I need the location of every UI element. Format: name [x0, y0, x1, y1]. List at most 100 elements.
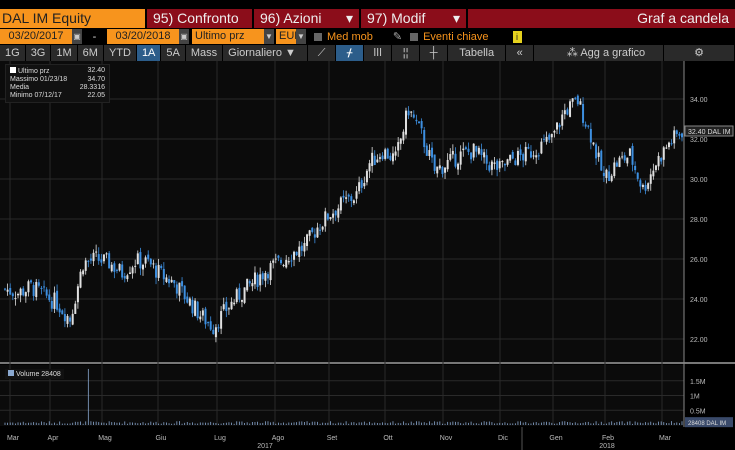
header-bar: DAL IM Equity 95) Confronto 96) Azioni ▾ …	[0, 9, 735, 28]
candle-body	[410, 111, 413, 113]
candle-body	[134, 265, 137, 267]
candle-body	[391, 153, 394, 162]
pencil-icon[interactable]: ✎	[393, 30, 402, 43]
chevron-down-icon[interactable]: ▼	[296, 29, 306, 44]
candle-body	[181, 281, 184, 287]
volume-legend: Volume 28408	[5, 369, 64, 379]
candle-body	[235, 289, 238, 303]
candle-body	[628, 148, 631, 156]
candle-body	[384, 149, 387, 159]
candle-body	[100, 259, 103, 263]
candle-body	[71, 313, 74, 325]
period-1m[interactable]: 1M	[51, 45, 78, 61]
candle-body	[332, 213, 335, 218]
bar-chart-icon[interactable]: ǀǀǀ	[364, 45, 393, 61]
volume-legend-label: Volume 28408	[16, 371, 61, 378]
candle-body	[462, 148, 465, 151]
candle-body	[675, 130, 678, 135]
info-icon[interactable]: i	[512, 30, 522, 43]
candle-body	[261, 273, 264, 280]
field-select[interactable]: Ultimo prz	[192, 29, 264, 44]
month-label: Giu	[156, 435, 167, 442]
start-date-input[interactable]: 03/20/2017	[0, 29, 72, 44]
candle-body	[436, 166, 439, 174]
candle-body	[441, 167, 444, 174]
volume-tick-label: 1.5M	[690, 379, 706, 386]
candle-body	[621, 156, 624, 158]
candle-body	[248, 281, 251, 284]
candle-body	[503, 164, 506, 166]
actions-menu[interactable]: 96) Azioni ▾	[254, 9, 359, 28]
candle-body	[92, 252, 95, 262]
candle-body	[535, 155, 538, 158]
candle-body	[113, 263, 116, 272]
candle-body	[274, 258, 277, 260]
candle-body	[212, 329, 215, 335]
end-date-input[interactable]: 03/20/2018	[107, 29, 179, 44]
candle-body	[389, 155, 392, 160]
calendar-icon[interactable]: ▣	[72, 29, 82, 44]
period-mass[interactable]: Mass	[185, 45, 224, 61]
moving-average-checkbox[interactable]	[314, 32, 322, 41]
candle-body	[316, 227, 319, 238]
date-separator: -	[92, 30, 97, 43]
candle-body	[532, 155, 535, 157]
candle-body	[589, 128, 592, 143]
candle-body	[22, 288, 25, 296]
candle-body	[378, 157, 381, 159]
period-3g[interactable]: 3G	[25, 45, 52, 61]
currency-select[interactable]: EUR	[276, 29, 302, 44]
frequency-select[interactable]: Giornaliero ▼	[223, 45, 309, 61]
candle-body	[610, 175, 613, 182]
ohlc-icon[interactable]: ¦¦	[392, 45, 421, 61]
candle-body	[217, 327, 220, 329]
candle-body	[597, 152, 600, 157]
calendar-icon[interactable]: ▣	[179, 29, 189, 44]
candle-body	[243, 287, 246, 303]
candle-body	[285, 259, 288, 268]
candle-body	[324, 211, 327, 227]
hlc-icon[interactable]: ┼	[420, 45, 449, 61]
period-1a[interactable]: 1A	[136, 45, 162, 61]
chevron-down-icon[interactable]: ▼	[264, 29, 274, 44]
period-ytd[interactable]: YTD	[103, 45, 137, 61]
month-label: Dic	[498, 435, 509, 442]
collapse-button[interactable]: «	[506, 45, 535, 61]
month-label: Ott	[383, 435, 392, 442]
line-chart-icon[interactable]: ⟋	[308, 45, 337, 61]
period-5a[interactable]: 5A	[161, 45, 186, 61]
candle-body	[428, 150, 431, 157]
candle-body	[615, 162, 618, 167]
price-chart[interactable]: Mar Apr Mag Giu Lug Ago Set Ott Nov Dic Gen Feb Mar 2…	[0, 61, 735, 450]
candle-body	[467, 148, 470, 152]
legend-last: Ultimo prz 32.40	[10, 67, 105, 76]
candle-body	[222, 304, 225, 310]
price-tick-label: 34.00	[690, 97, 708, 104]
add-to-chart-button[interactable]: ⁂ Agg a grafico	[534, 45, 665, 61]
settings-button[interactable]: ⚙	[664, 45, 735, 61]
candle-body	[79, 271, 82, 288]
candle-body	[11, 293, 14, 297]
ticker-field[interactable]: DAL IM Equity	[0, 9, 145, 28]
candle-body	[227, 308, 230, 310]
candle-body	[58, 308, 61, 313]
compare-button[interactable]: 95) Confronto	[147, 9, 252, 28]
candle-body	[475, 146, 478, 152]
candle-body	[444, 167, 447, 173]
candle-body	[313, 234, 316, 238]
candle-body	[240, 299, 243, 302]
candle-chart-icon[interactable]: ᚋ	[336, 45, 365, 61]
candle-body	[188, 298, 191, 306]
candle-body	[253, 272, 256, 285]
table-button[interactable]: Tabella	[448, 45, 507, 61]
candle-body	[269, 263, 272, 281]
candle-body	[209, 321, 212, 330]
candle-body	[175, 284, 178, 294]
candle-body	[162, 268, 165, 280]
period-6m[interactable]: 6M	[77, 45, 104, 61]
candle-body	[576, 95, 579, 105]
period-1g[interactable]: 1G	[0, 45, 26, 61]
key-events-checkbox[interactable]	[410, 32, 419, 41]
candle-body	[66, 315, 69, 324]
modify-menu[interactable]: 97) Modif ▾	[361, 9, 466, 28]
